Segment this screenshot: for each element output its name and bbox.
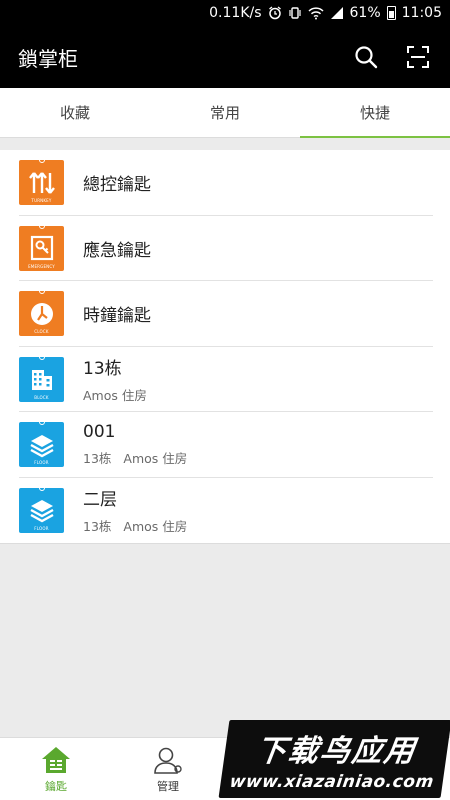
turnkey-icon: TURNKEY <box>19 157 64 206</box>
user-icon <box>154 747 182 774</box>
list-item[interactable]: TURNKEY 總控鑰匙 <box>0 150 450 216</box>
nav-label: 鑰匙 <box>45 780 67 793</box>
list-item-title: 001 <box>83 422 116 443</box>
watermark-logo: 下载鸟应用 www.xiazainiao.com <box>218 720 450 798</box>
search-button[interactable] <box>340 31 392 83</box>
list-item[interactable]: CLOCK 時鐘鑰匙 <box>0 281 450 347</box>
clock-time: 11:05 <box>401 5 442 21</box>
tab-common[interactable]: 常用 <box>150 88 300 137</box>
emergency-key-icon: EMERGENCY <box>19 222 64 271</box>
list-item-title: 總控鑰匙 <box>83 175 151 196</box>
nav-label: 管理 <box>157 780 179 793</box>
search-icon <box>355 46 378 69</box>
list-item[interactable]: BLOCK 13栋 Amos 住房 <box>0 347 450 413</box>
list-item[interactable]: FLOOR 001 13栋 Amos 住房 <box>0 412 450 478</box>
list-item-title: 應急鑰匙 <box>83 240 151 261</box>
building-icon: BLOCK <box>19 353 64 402</box>
list-item-title: 時鐘鑰匙 <box>83 306 151 327</box>
battery-percent: 61% <box>349 5 381 21</box>
app-bar: 鎖掌柜 <box>0 26 450 88</box>
clock-key-icon: CLOCK <box>19 288 64 337</box>
nav-manage[interactable]: 管理 <box>112 738 224 800</box>
scan-icon <box>407 46 429 68</box>
list-item[interactable]: FLOOR 二层 13栋 Amos 住房 <box>0 478 450 544</box>
list-item-subtitle: 13栋 Amos 住房 <box>83 451 188 467</box>
list-item-subtitle: Amos 住房 <box>83 388 147 404</box>
home-key-icon <box>42 747 70 773</box>
shortcut-list: TURNKEY 總控鑰匙 EMERGENCY 應急鑰匙 CLOCK 時鐘鑰匙 B… <box>0 150 450 544</box>
wifi-icon <box>307 6 324 20</box>
status-bar: 0.11K/s 61% 11:05 <box>0 0 450 26</box>
list-item-subtitle: 13栋 Amos 住房 <box>83 519 188 535</box>
network-speed: 0.11K/s <box>209 5 262 21</box>
list-item-title: 13栋 <box>83 359 122 380</box>
scan-button[interactable] <box>392 31 444 83</box>
list-item-title: 二层 <box>83 490 117 511</box>
signal-icon <box>330 6 344 20</box>
tab-bar: 收藏 常用 快捷 <box>0 88 450 138</box>
alarm-icon <box>268 6 282 20</box>
floor-layers-icon: FLOOR <box>19 484 64 533</box>
tab-favorites[interactable]: 收藏 <box>0 88 150 137</box>
nav-keys[interactable]: 鑰匙 <box>0 738 112 800</box>
list-item[interactable]: EMERGENCY 應急鑰匙 <box>0 216 450 282</box>
app-title: 鎖掌柜 <box>18 46 78 71</box>
floor-layers-icon: FLOOR <box>19 419 64 468</box>
tab-shortcuts[interactable]: 快捷 <box>300 88 450 138</box>
battery-icon <box>386 6 396 20</box>
vibrate-icon <box>288 6 302 20</box>
